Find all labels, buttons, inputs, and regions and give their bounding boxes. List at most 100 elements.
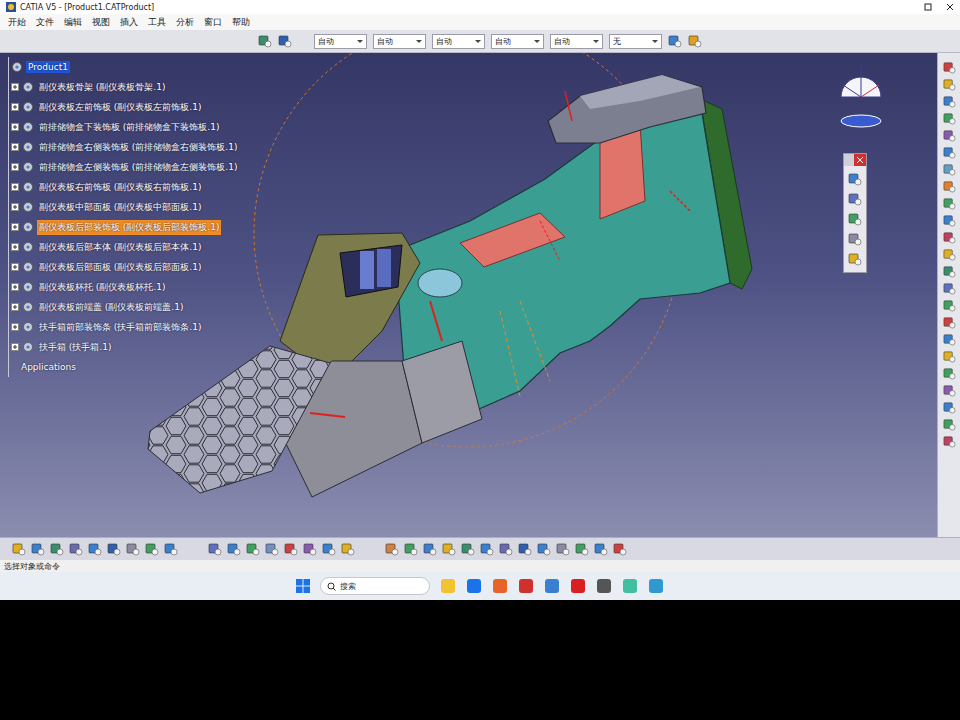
tool-icon[interactable] [943,333,956,346]
taskbar-app-icon[interactable] [544,578,560,594]
property-dropdown[interactable]: 自动 [373,34,426,49]
taskbar-app-icon[interactable] [622,578,638,594]
tool-icon[interactable] [284,542,298,556]
menu-item[interactable]: 视图 [92,16,110,29]
tree-item[interactable]: 副仪表板后部装饰板 (副仪表板后部装饰板.1) [9,217,239,237]
tool-icon[interactable] [442,542,456,556]
tool-icon[interactable] [943,418,956,431]
tool-icon[interactable] [943,95,956,108]
taskbar-app-icon[interactable] [492,578,508,594]
tool-icon[interactable] [943,180,956,193]
tree-item[interactable]: 副仪表板中部面板 (副仪表板中部面板.1) [9,197,239,217]
taskbar-app-icon[interactable] [440,578,456,594]
expand-icon[interactable] [11,83,19,91]
tool-icon[interactable] [265,542,279,556]
tool-icon[interactable] [480,542,494,556]
compass-icon[interactable] [833,57,889,133]
tool-icon[interactable] [461,542,475,556]
tool-icon[interactable] [943,316,956,329]
tool-icon[interactable] [385,542,399,556]
taskbar-app-icon[interactable] [570,578,586,594]
tool-icon[interactable] [943,112,956,125]
expand-icon[interactable] [11,263,19,271]
tree-item[interactable]: 副仪表板后部面板 (副仪表板后部面板.1) [9,257,239,277]
tree-item[interactable]: 前排储物盒右侧装饰板 (前排储物盒右侧装饰板.1) [9,137,239,157]
tool-icon[interactable] [943,384,956,397]
tool-icon[interactable] [943,231,956,244]
tool-icon[interactable] [322,542,336,556]
menu-item[interactable]: 工具 [148,16,166,29]
tree-root[interactable]: Product1 [9,57,239,77]
windows-start-icon[interactable] [296,579,310,593]
expand-icon[interactable] [11,323,19,331]
tool-icon[interactable] [404,542,418,556]
tool-icon[interactable] [50,542,64,556]
tool-icon[interactable] [341,542,355,556]
taskbar-app-icon[interactable] [466,578,482,594]
tool-icon[interactable] [227,542,241,556]
tree-item[interactable]: 副仪表板前端盖 (副仪表板前端盖.1) [9,297,239,317]
tool-icon[interactable] [164,542,178,556]
taskbar-app-icon[interactable] [518,578,534,594]
menu-item[interactable]: 编辑 [64,16,82,29]
expand-icon[interactable] [11,123,19,131]
close-icon[interactable] [854,154,866,166]
tool-icon[interactable] [575,542,589,556]
tool-icon[interactable] [688,34,702,48]
menu-item[interactable]: 分析 [176,16,194,29]
menu-item[interactable]: 帮助 [232,16,250,29]
tool-icon[interactable] [208,542,222,556]
property-dropdown[interactable]: 自动 [550,34,603,49]
tool-icon[interactable] [943,282,956,295]
tool-icon[interactable] [145,542,159,556]
tool-icon[interactable] [943,299,956,312]
tool-icon[interactable] [126,542,140,556]
tool-icon[interactable] [107,542,121,556]
tool-icon[interactable] [537,542,551,556]
expand-icon[interactable] [11,103,19,111]
tree-item[interactable]: 副仪表板右前饰板 (副仪表板右前饰板.1) [9,177,239,197]
tree-applications[interactable]: Applications [9,357,239,377]
tool-icon[interactable] [594,542,608,556]
close-icon[interactable] [946,3,954,11]
tool-icon[interactable] [943,129,956,142]
taskbar-search[interactable]: 搜索 [320,577,430,595]
tool-icon[interactable] [12,542,26,556]
expand-icon[interactable] [11,223,19,231]
tool-icon[interactable] [848,172,862,186]
tree-item[interactable]: 前排储物盒下装饰板 (前排储物盒下装饰板.1) [9,117,239,137]
tree-item[interactable]: 副仪表板杯托 (副仪表板杯托.1) [9,277,239,297]
tool-icon[interactable] [303,542,317,556]
tool-icon[interactable] [943,350,956,363]
tool-icon[interactable] [943,197,956,210]
tool-icon[interactable] [943,61,956,74]
tree-item[interactable]: 前排储物盒左侧装饰板 (前排储物盒左侧装饰板.1) [9,157,239,177]
tree-item[interactable]: 副仪表板骨架 (副仪表板骨架.1) [9,77,239,97]
tool-icon[interactable] [258,34,272,48]
3d-viewport[interactable]: Product1副仪表板骨架 (副仪表板骨架.1)副仪表板左前饰板 (副仪表板左… [0,53,937,537]
tool-icon[interactable] [848,192,862,206]
property-dropdown[interactable]: 自动 [314,34,367,49]
tool-icon[interactable] [943,146,956,159]
tool-icon[interactable] [943,214,956,227]
tool-icon[interactable] [848,212,862,226]
expand-icon[interactable] [11,143,19,151]
tool-icon[interactable] [69,542,83,556]
tool-icon[interactable] [278,34,292,48]
tool-icon[interactable] [848,232,862,246]
expand-icon[interactable] [11,243,19,251]
expand-icon[interactable] [11,163,19,171]
tool-icon[interactable] [943,265,956,278]
taskbar-app-icon[interactable] [648,578,664,594]
compass[interactable] [833,57,889,137]
tool-icon[interactable] [943,401,956,414]
menu-item[interactable]: 开始 [8,16,26,29]
property-dropdown[interactable]: 自动 [491,34,544,49]
tool-icon[interactable] [423,542,437,556]
tool-icon[interactable] [499,542,513,556]
tree-item[interactable]: 副仪表板后部本体 (副仪表板后部本体.1) [9,237,239,257]
menu-item[interactable]: 插入 [120,16,138,29]
property-dropdown[interactable]: 无 [609,34,662,49]
tool-icon[interactable] [943,78,956,91]
menu-item[interactable]: 窗口 [204,16,222,29]
